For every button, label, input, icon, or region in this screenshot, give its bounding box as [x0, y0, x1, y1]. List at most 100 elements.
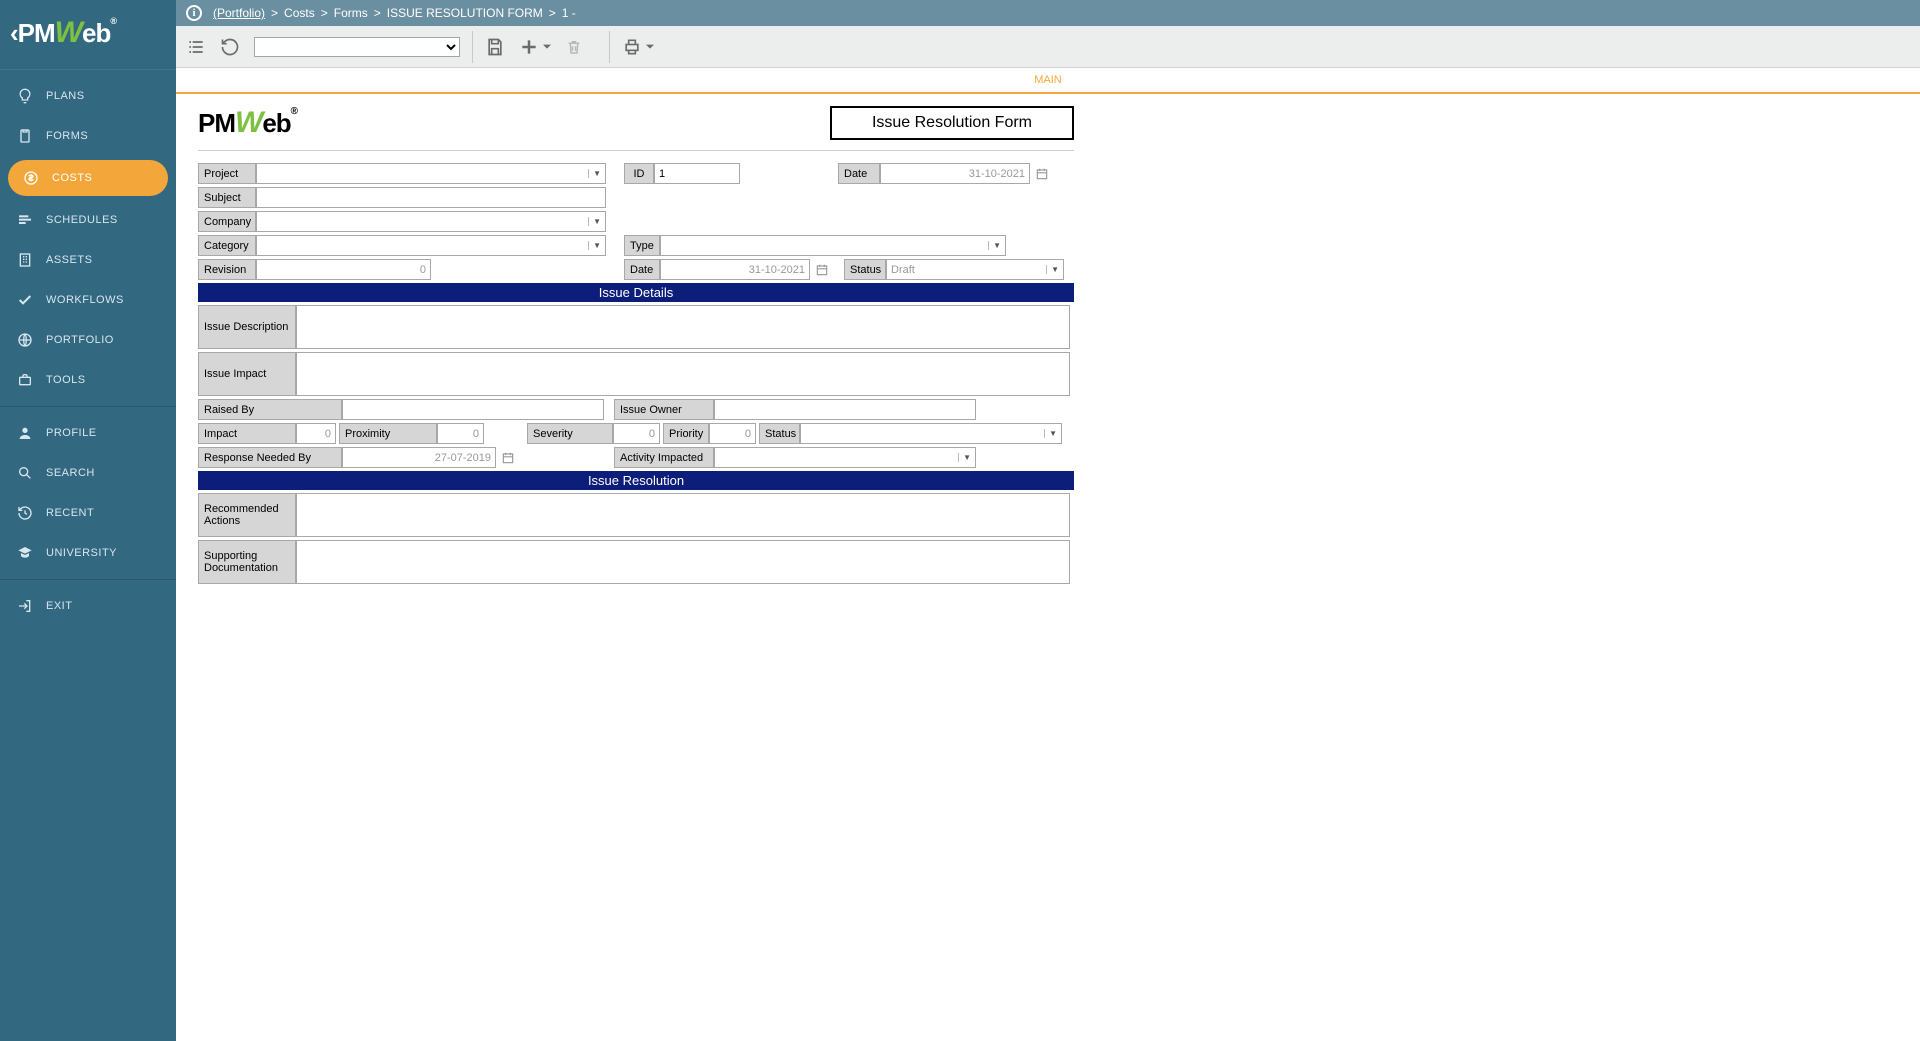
- sidebar-item-forms[interactable]: FORMS: [0, 116, 176, 156]
- sidebar-item-plans[interactable]: PLANS: [0, 76, 176, 116]
- sidebar-item-search[interactable]: SEARCH: [0, 453, 176, 493]
- issue-owner-input[interactable]: [714, 399, 976, 420]
- calendar-icon[interactable]: [500, 450, 516, 466]
- record-selector[interactable]: [254, 37, 460, 57]
- impact-label: Impact: [198, 423, 296, 444]
- sidebar-item-label: SEARCH: [46, 467, 95, 479]
- status-label: Status: [844, 259, 886, 280]
- sidebar-item-label: PROFILE: [46, 427, 97, 439]
- sidebar-item-university[interactable]: UNIVERSITY: [0, 533, 176, 573]
- sidebar-item-label: PLANS: [46, 90, 85, 102]
- type-label: Type: [624, 235, 660, 256]
- revision-label: Revision: [198, 259, 256, 280]
- exit-icon: [14, 598, 36, 614]
- breadcrumb-forms[interactable]: Forms: [334, 6, 368, 20]
- rev-date-label: Date: [624, 259, 660, 280]
- sidebar-item-label: TOOLS: [46, 374, 86, 386]
- response-needed-input[interactable]: [342, 447, 496, 468]
- main-area: i (Portfolio) > Costs > Forms > ISSUE RE…: [176, 0, 1920, 1041]
- sidebar-item-portfolio[interactable]: PORTFOLIO: [0, 320, 176, 360]
- sidebar-item-label: FORMS: [46, 130, 88, 142]
- dollar-icon: [20, 170, 42, 186]
- category-label: Category: [198, 235, 256, 256]
- sidebar-item-profile[interactable]: PROFILE: [0, 413, 176, 453]
- delete-button[interactable]: [565, 38, 583, 56]
- history-button[interactable]: [220, 37, 240, 57]
- rev-date-input[interactable]: [660, 259, 810, 280]
- sidebar-item-label: SCHEDULES: [46, 214, 118, 226]
- type-select[interactable]: [660, 235, 1006, 256]
- sidebar: ‹PMWeb® PLANS FORMS COSTS SCHEDULES ASSE…: [0, 0, 176, 1041]
- subject-input[interactable]: [256, 187, 606, 208]
- breadcrumb-record: 1 -: [562, 6, 576, 20]
- date-label: Date: [838, 163, 880, 184]
- project-select[interactable]: [256, 163, 606, 184]
- sidebar-item-workflows[interactable]: WORKFLOWS: [0, 280, 176, 320]
- check-icon: [14, 292, 36, 308]
- response-needed-label: Response Needed By: [198, 447, 342, 468]
- impact-input[interactable]: [296, 423, 336, 444]
- sidebar-item-assets[interactable]: ASSETS: [0, 240, 176, 280]
- add-button[interactable]: [519, 37, 539, 57]
- severity-label: Severity: [527, 423, 613, 444]
- issue-description-input[interactable]: [296, 305, 1070, 349]
- bars-icon: [14, 212, 36, 228]
- print-dropdown[interactable]: [646, 43, 654, 51]
- category-select[interactable]: [256, 235, 606, 256]
- sidebar-item-recent[interactable]: RECENT: [0, 493, 176, 533]
- briefcase-icon: [14, 372, 36, 388]
- sidebar-item-exit[interactable]: EXIT: [0, 586, 176, 626]
- building-icon: [14, 252, 36, 268]
- print-button[interactable]: [622, 37, 642, 57]
- proximity-label: Proximity: [339, 423, 437, 444]
- revision-input[interactable]: [256, 259, 431, 280]
- app-logo: ‹PMWeb®: [0, 0, 176, 70]
- add-dropdown[interactable]: [543, 43, 551, 51]
- form-title: Issue Resolution Form: [830, 106, 1074, 140]
- status-select[interactable]: Draft: [886, 259, 1064, 280]
- sidebar-item-label: ASSETS: [46, 254, 92, 266]
- tab-main[interactable]: MAIN: [1016, 68, 1080, 92]
- id-input[interactable]: [654, 163, 740, 184]
- supporting-documentation-label: Supporting Documentation: [198, 540, 296, 584]
- severity-input[interactable]: [613, 423, 660, 444]
- date-input[interactable]: [880, 163, 1030, 184]
- sidebar-item-costs[interactable]: COSTS: [8, 160, 168, 196]
- issue-impact-input[interactable]: [296, 352, 1070, 396]
- search-icon: [14, 465, 36, 481]
- breadcrumb-costs[interactable]: Costs: [284, 6, 315, 20]
- sidebar-item-label: COSTS: [52, 172, 92, 184]
- priority-label: Priority: [663, 423, 709, 444]
- sidebar-item-label: PORTFOLIO: [46, 334, 114, 346]
- list-button[interactable]: [186, 37, 206, 57]
- sidebar-item-label: EXIT: [46, 600, 72, 612]
- status2-label: Status: [759, 423, 800, 444]
- calendar-icon[interactable]: [1034, 166, 1050, 182]
- clipboard-icon: [14, 128, 36, 144]
- info-icon[interactable]: i: [186, 5, 202, 21]
- graduation-icon: [14, 545, 36, 561]
- sidebar-item-tools[interactable]: TOOLS: [0, 360, 176, 400]
- supporting-documentation-input[interactable]: [296, 540, 1070, 584]
- issue-impact-label: Issue Impact: [198, 352, 296, 396]
- recommended-actions-label: Recommended Actions: [198, 493, 296, 537]
- project-label: Project: [198, 163, 256, 184]
- issue-owner-label: Issue Owner: [614, 399, 714, 420]
- globe-icon: [14, 332, 36, 348]
- proximity-input[interactable]: [437, 423, 484, 444]
- status2-select[interactable]: [800, 423, 1062, 444]
- sidebar-item-label: RECENT: [46, 507, 94, 519]
- save-button[interactable]: [485, 37, 505, 57]
- priority-input[interactable]: [709, 423, 756, 444]
- sidebar-item-schedules[interactable]: SCHEDULES: [0, 200, 176, 240]
- breadcrumb-form-type[interactable]: ISSUE RESOLUTION FORM: [387, 6, 543, 20]
- breadcrumb-portfolio[interactable]: (Portfolio): [213, 6, 265, 20]
- raised-by-input[interactable]: [342, 399, 604, 420]
- raised-by-label: Raised By: [198, 399, 342, 420]
- calendar-icon[interactable]: [814, 262, 830, 278]
- activity-impacted-select[interactable]: [714, 447, 976, 468]
- recommended-actions-input[interactable]: [296, 493, 1070, 537]
- breadcrumb: i (Portfolio) > Costs > Forms > ISSUE RE…: [176, 0, 1920, 26]
- section-issue-resolution: Issue Resolution: [198, 471, 1074, 490]
- company-select[interactable]: [256, 211, 606, 232]
